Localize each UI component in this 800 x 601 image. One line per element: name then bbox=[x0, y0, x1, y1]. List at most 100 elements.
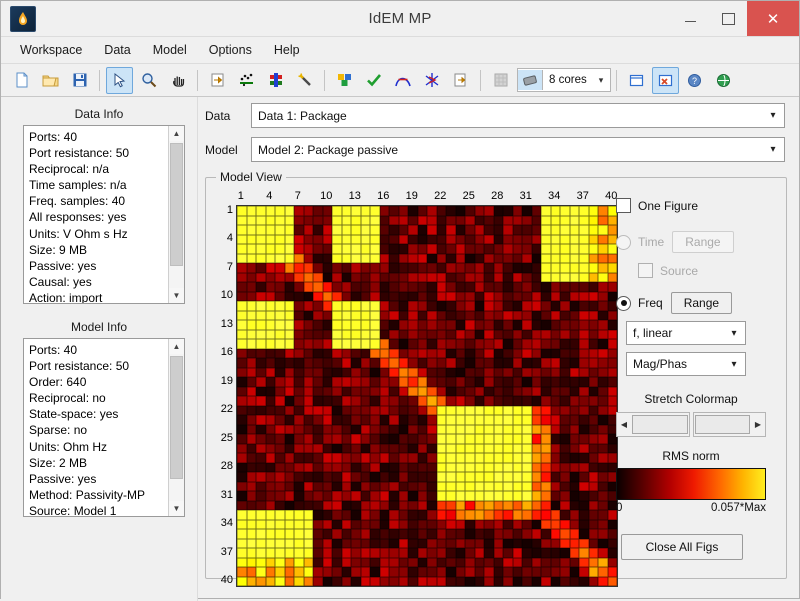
heatmap-cell bbox=[531, 282, 541, 292]
heatmap-cell bbox=[446, 548, 456, 558]
one-figure-row[interactable]: One Figure bbox=[616, 198, 766, 213]
heatmap-cell bbox=[503, 329, 513, 339]
chevron-down-icon[interactable]: ▾ bbox=[762, 144, 784, 155]
heatmap-cell bbox=[246, 538, 256, 548]
heatmap-cell bbox=[332, 272, 342, 282]
format-select[interactable]: Mag/Phas ▾ bbox=[626, 352, 746, 376]
heatmap-cell bbox=[465, 310, 475, 320]
help-icon[interactable]: ? bbox=[681, 67, 708, 94]
scroll-thumb[interactable] bbox=[170, 143, 183, 266]
save-icon[interactable] bbox=[66, 67, 93, 94]
freq-radio[interactable] bbox=[616, 295, 631, 311]
maximize-button[interactable] bbox=[709, 1, 747, 36]
scroll-down-icon[interactable]: ▼ bbox=[169, 501, 184, 516]
heatmap-cell bbox=[579, 320, 589, 330]
heatmap-cell bbox=[379, 234, 389, 244]
model-info-scrollbar[interactable]: ▲ ▼ bbox=[168, 339, 184, 516]
heatmap-cell bbox=[522, 234, 532, 244]
new-file-icon[interactable] bbox=[8, 67, 35, 94]
chevron-down-icon[interactable]: ▾ bbox=[762, 110, 784, 121]
time-radio[interactable] bbox=[616, 234, 631, 250]
slider-thumb[interactable] bbox=[632, 415, 688, 434]
chevron-down-icon[interactable]: ▾ bbox=[723, 359, 745, 370]
heatmap-cell bbox=[531, 576, 541, 586]
heatmap-cell bbox=[370, 519, 380, 529]
heatmap-cell bbox=[446, 510, 456, 520]
source-checkbox[interactable] bbox=[638, 263, 653, 278]
list-item: Sparse: no bbox=[29, 423, 88, 438]
matrix-icon[interactable] bbox=[262, 67, 289, 94]
heatmap-cell bbox=[474, 263, 484, 273]
list-item: Order: 640 bbox=[29, 375, 87, 390]
menu-options[interactable]: Options bbox=[198, 40, 263, 60]
arc-icon[interactable] bbox=[389, 67, 416, 94]
stretch-slider-low[interactable]: ◀ bbox=[616, 412, 690, 437]
page-export-icon[interactable] bbox=[447, 67, 474, 94]
blocks-icon[interactable] bbox=[331, 67, 358, 94]
heatmap-cell bbox=[503, 415, 513, 425]
one-figure-checkbox[interactable] bbox=[616, 198, 631, 213]
heatmap-cell bbox=[408, 510, 418, 520]
data-select[interactable]: Data 1: Package ▾ bbox=[251, 103, 785, 128]
heatmap-cell bbox=[294, 481, 304, 491]
scroll-down-icon[interactable]: ▼ bbox=[169, 288, 184, 303]
scroll-track[interactable] bbox=[169, 354, 184, 501]
check-icon[interactable] bbox=[360, 67, 387, 94]
slider-thumb[interactable] bbox=[694, 415, 750, 434]
heatmap-cell bbox=[351, 367, 361, 377]
axis-scale-select[interactable]: f, linear ▾ bbox=[626, 321, 746, 345]
model-view-heatmap[interactable]: 1 4 7 10 13 16 19 22 25 28 31 34 37 40 1 4 7 10 13 16 19 22 2… bbox=[214, 190, 618, 587]
heatmap-cell bbox=[446, 234, 456, 244]
menu-model[interactable]: Model bbox=[142, 40, 198, 60]
heatmap-cell bbox=[588, 320, 598, 330]
heatmap-cell bbox=[427, 434, 437, 444]
wand-icon[interactable] bbox=[291, 67, 318, 94]
globe-icon[interactable] bbox=[710, 67, 737, 94]
model-select[interactable]: Model 2: Package passive ▾ bbox=[251, 137, 785, 162]
heatmap-cell bbox=[313, 529, 323, 539]
heatmap-cell bbox=[579, 510, 589, 520]
close-all-figs-button[interactable]: Close All Figs bbox=[621, 534, 743, 560]
stretch-slider-high[interactable]: ▶ bbox=[692, 412, 766, 437]
heatmap-cell bbox=[265, 567, 275, 577]
scroll-up-icon[interactable]: ▲ bbox=[169, 126, 184, 141]
heatmap-cell bbox=[474, 510, 484, 520]
star-icon[interactable] bbox=[418, 67, 445, 94]
time-range-button[interactable]: Range bbox=[672, 231, 734, 253]
data-info-scrollbar[interactable]: ▲ ▼ bbox=[168, 126, 184, 303]
close-button[interactable]: ✕ bbox=[747, 1, 799, 36]
heatmap-cell bbox=[522, 557, 532, 567]
heatmap-cell bbox=[436, 462, 446, 472]
scroll-thumb[interactable] bbox=[170, 356, 183, 479]
pan-hand-icon[interactable] bbox=[164, 67, 191, 94]
pointer-icon[interactable] bbox=[106, 66, 133, 94]
heatmap-cell bbox=[550, 519, 560, 529]
cores-selector[interactable]: 8 cores ▾ bbox=[517, 68, 611, 92]
menu-workspace[interactable]: Workspace bbox=[9, 40, 93, 60]
heatmap-cell bbox=[474, 405, 484, 415]
heatmap-cell bbox=[303, 519, 313, 529]
chevron-down-icon[interactable]: ▾ bbox=[592, 75, 610, 86]
heatmap-cell bbox=[398, 500, 408, 510]
menu-help[interactable]: Help bbox=[263, 40, 311, 60]
heatmap-cell bbox=[503, 510, 513, 520]
data-points-icon[interactable] bbox=[233, 67, 260, 94]
window-icon[interactable] bbox=[623, 67, 650, 94]
left-arrow-icon[interactable]: ◀ bbox=[617, 413, 631, 436]
scroll-track[interactable] bbox=[169, 141, 184, 288]
menu-data[interactable]: Data bbox=[93, 40, 141, 60]
close-figures-icon[interactable] bbox=[652, 66, 679, 94]
export-icon[interactable] bbox=[204, 67, 231, 94]
minimize-button[interactable] bbox=[671, 1, 709, 36]
heatmap-cell bbox=[389, 443, 399, 453]
freq-range-button[interactable]: Range bbox=[670, 292, 733, 314]
heatmap-cell bbox=[541, 396, 551, 406]
zoom-icon[interactable] bbox=[135, 67, 162, 94]
scroll-up-icon[interactable]: ▲ bbox=[169, 339, 184, 354]
heatmap-cell bbox=[246, 548, 256, 558]
right-arrow-icon[interactable]: ▶ bbox=[751, 413, 765, 436]
open-folder-icon[interactable] bbox=[37, 67, 64, 94]
heatmap-grid[interactable] bbox=[236, 205, 618, 587]
chevron-down-icon[interactable]: ▾ bbox=[723, 328, 745, 339]
heatmap-cell bbox=[313, 472, 323, 482]
